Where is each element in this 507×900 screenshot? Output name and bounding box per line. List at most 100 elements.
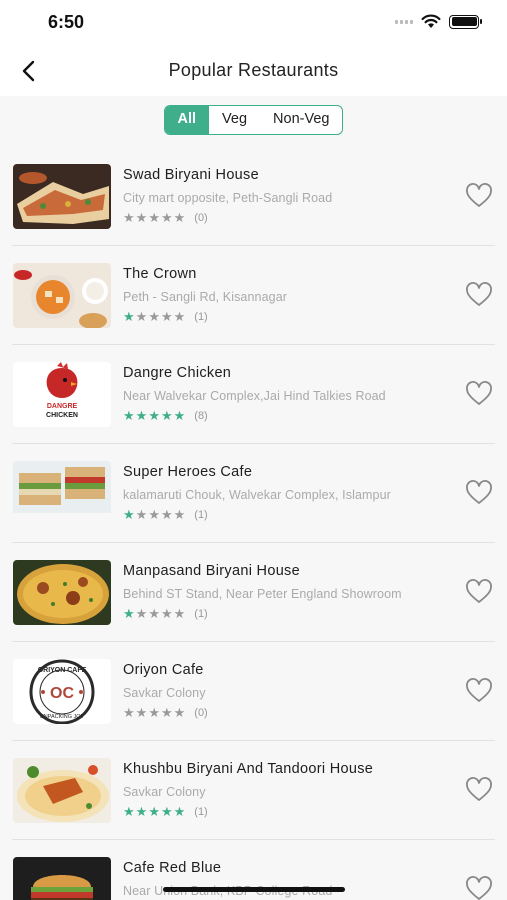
- favorite-heart-icon[interactable]: [465, 282, 493, 308]
- star-icon: ★: [160, 408, 173, 423]
- favorite-heart-icon[interactable]: [465, 777, 493, 803]
- star-icon: ★: [123, 507, 135, 522]
- logo-text: ORIYON CAFE: [38, 667, 87, 674]
- restaurant-row[interactable]: The Crown Peth - Sangli Rd, Kisannagar ★…: [0, 246, 507, 345]
- restaurant-name: Khushbu Biryani And Tandoori House: [123, 761, 374, 777]
- restaurant-row[interactable]: Super Heroes Cafe kalamaruti Chouk, Walv…: [0, 444, 507, 543]
- favorite-heart-icon[interactable]: [465, 678, 493, 704]
- star-icon: ★: [173, 705, 186, 720]
- star-icon: ★: [173, 606, 186, 621]
- star-rating: ★ ★ ★ ★ ★ (0): [123, 706, 208, 720]
- star-icon: ★: [123, 309, 135, 324]
- logo-text: CHICKEN: [46, 412, 78, 419]
- star-icon: ★: [173, 408, 186, 423]
- star-icon: ★: [173, 309, 186, 324]
- star-icon: ★: [173, 804, 186, 819]
- logo-text: OC: [50, 685, 74, 702]
- star-rating: ★ ★ ★ ★ ★ (1): [123, 607, 208, 621]
- restaurant-name: Super Heroes Cafe: [123, 464, 253, 480]
- star-icon: ★: [160, 309, 173, 324]
- star-icon: ★: [123, 606, 135, 621]
- wifi-icon: [421, 14, 441, 28]
- star-icon: ★: [148, 507, 160, 522]
- restaurant-thumbnail: [13, 263, 111, 328]
- star-icon: ★: [173, 210, 186, 225]
- star-icon: ★: [160, 210, 173, 225]
- star-icon: ★: [148, 804, 160, 819]
- restaurant-name: Swad Biryani House: [123, 167, 259, 183]
- favorite-heart-icon[interactable]: [465, 480, 493, 506]
- restaurant-name: Cafe Red Blue: [123, 860, 222, 876]
- restaurant-thumbnail: [13, 560, 111, 625]
- status-bar: 6:50: [0, 0, 507, 46]
- restaurant-row[interactable]: DANGRE CHICKEN Dangre Chicken Near Walve…: [0, 345, 507, 444]
- favorite-heart-icon[interactable]: [465, 876, 493, 900]
- review-count: (1): [194, 509, 208, 521]
- star-icon: ★: [148, 309, 160, 324]
- restaurant-address: City mart opposite, Peth-Sangli Road: [123, 191, 333, 205]
- star-icon: ★: [135, 804, 148, 819]
- restaurant-name: Dangre Chicken: [123, 365, 232, 381]
- restaurant-address: kalamaruti Chouk, Walvekar Complex, Isla…: [123, 488, 391, 502]
- restaurant-address: Behind ST Stand, Near Peter England Show…: [123, 587, 402, 601]
- star-rating: ★ ★ ★ ★ ★ (1): [123, 310, 208, 324]
- restaurant-address: Peth - Sangli Rd, Kisannagar: [123, 290, 288, 304]
- restaurant-list: Swad Biryani House City mart opposite, P…: [0, 147, 507, 900]
- diet-filter-segmented-control: All Veg Non-Veg: [163, 105, 344, 135]
- page-title: Popular Restaurants: [168, 60, 339, 80]
- star-rating: ★ ★ ★ ★ ★ (1): [123, 805, 208, 819]
- star-icon: ★: [148, 210, 160, 225]
- restaurant-name: The Crown: [123, 266, 197, 282]
- review-count: (0): [194, 707, 208, 719]
- favorite-heart-icon[interactable]: [465, 183, 493, 209]
- star-icon: ★: [160, 705, 173, 720]
- star-rating: ★ ★ ★ ★ ★ (8): [123, 409, 208, 423]
- status-time: 6:50: [48, 12, 85, 32]
- logo-text: UNPACKING JOY: [40, 714, 85, 720]
- star-icon: ★: [135, 606, 148, 621]
- star-icon: ★: [135, 408, 148, 423]
- review-count: (0): [194, 212, 208, 224]
- filter-veg-tab[interactable]: Veg: [209, 106, 260, 134]
- filter-all-tab[interactable]: All: [164, 106, 210, 134]
- review-count: (1): [194, 311, 208, 323]
- star-icon: ★: [123, 804, 135, 819]
- star-icon: ★: [135, 210, 148, 225]
- home-indicator: [163, 887, 345, 892]
- restaurant-thumbnail: [13, 758, 111, 823]
- star-icon: ★: [135, 309, 148, 324]
- nav-header: Popular Restaurants: [0, 46, 507, 96]
- star-rating: ★ ★ ★ ★ ★ (0): [123, 211, 208, 225]
- restaurant-row[interactable]: ORIYON CAFE OC UNPACKING JOY Oriyon Cafe…: [0, 642, 507, 741]
- restaurant-address: Savkar Colony: [123, 686, 206, 700]
- restaurant-row[interactable]: Manpasand Biryani House Behind ST Stand,…: [0, 543, 507, 642]
- restaurant-name: Oriyon Cafe: [123, 662, 204, 678]
- restaurant-thumbnail: [13, 857, 111, 900]
- restaurant-row[interactable]: Swad Biryani House City mart opposite, P…: [0, 147, 507, 246]
- restaurant-thumbnail: DANGRE CHICKEN: [13, 362, 111, 427]
- battery-icon: [449, 14, 482, 29]
- review-count: (1): [194, 806, 208, 818]
- filter-nonveg-tab[interactable]: Non-Veg: [260, 106, 342, 134]
- star-icon: ★: [173, 507, 186, 522]
- filter-bar: All Veg Non-Veg: [0, 105, 507, 135]
- status-icons: [395, 14, 482, 29]
- star-rating: ★ ★ ★ ★ ★ (1): [123, 508, 208, 522]
- star-icon: ★: [123, 210, 135, 225]
- restaurant-name: Manpasand Biryani House: [123, 563, 300, 579]
- star-icon: ★: [148, 705, 160, 720]
- restaurant-row[interactable]: Khushbu Biryani And Tandoori House Savka…: [0, 741, 507, 840]
- restaurant-thumbnail: ORIYON CAFE OC UNPACKING JOY: [13, 659, 111, 724]
- star-icon: ★: [123, 705, 135, 720]
- star-icon: ★: [148, 408, 160, 423]
- review-count: (1): [194, 608, 208, 620]
- logo-text: DANGRE: [47, 403, 78, 410]
- cellular-signal-icon: [395, 19, 413, 24]
- star-icon: ★: [123, 408, 135, 423]
- favorite-heart-icon[interactable]: [465, 579, 493, 605]
- restaurant-thumbnail: [13, 164, 111, 229]
- favorite-heart-icon[interactable]: [465, 381, 493, 407]
- restaurant-address: Savkar Colony: [123, 785, 206, 799]
- star-icon: ★: [135, 705, 148, 720]
- star-icon: ★: [160, 804, 173, 819]
